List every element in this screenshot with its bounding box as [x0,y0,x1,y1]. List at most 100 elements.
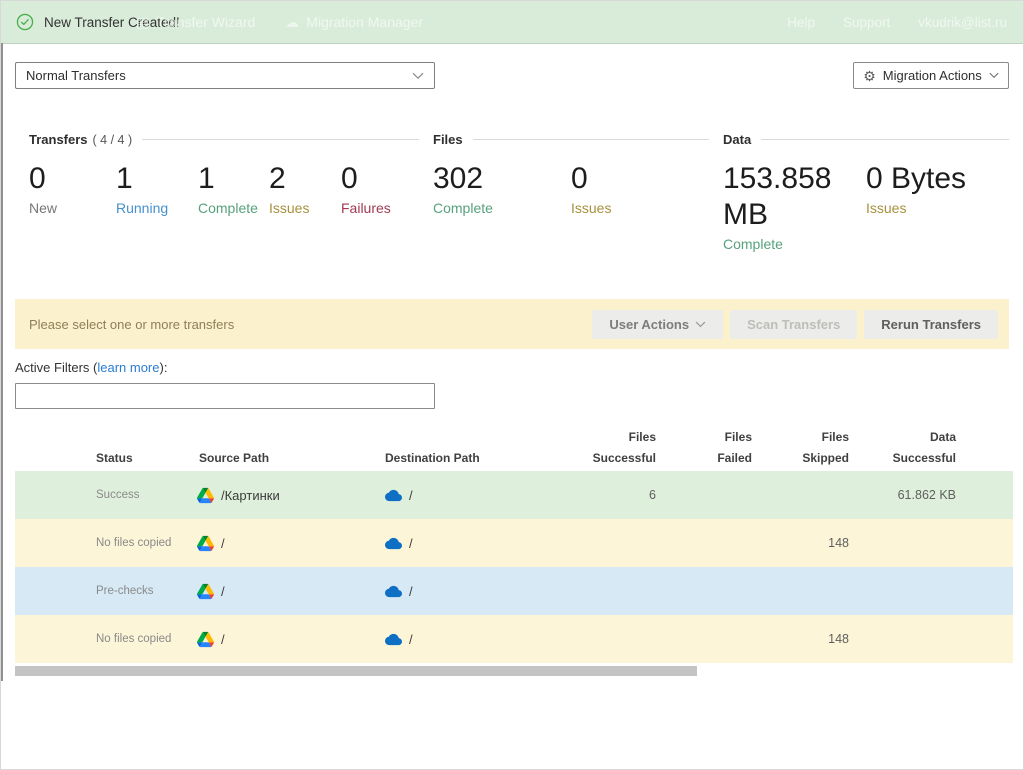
destination-path-text: / [409,536,413,551]
stat-value: 0 [29,161,116,197]
scan-transfers-button[interactable]: Scan Transfers [730,310,857,339]
nav-account-email[interactable]: vkudrik@list.ru [918,15,1007,30]
stat-issues: 0 Issues [571,161,709,216]
stat-issues: 2 Issues [269,161,341,216]
chevron-down-icon [412,72,424,80]
stats-group-title: Transfers [29,132,88,147]
files-successful-cell: 6 [560,488,656,502]
source-path-text: / [221,632,225,647]
button-label: Scan Transfers [747,317,840,332]
migration-actions-button[interactable]: ⚙ Migration Actions [853,62,1009,89]
stats-group-data: Data 153.858 MB Complete 0 Bytes Issues [723,132,1009,252]
stat-value: 2 [269,161,341,197]
source-path-cell: / [197,631,385,648]
destination-path-text: / [409,584,413,599]
data-successful-cell: 61.862 KB [849,488,956,502]
stat-label: Issues [571,200,701,216]
destination-path-text: / [409,488,413,503]
active-filters-label: Active Filters (learn more): [15,360,1009,375]
table-row[interactable]: No files copied//148 [15,519,1013,567]
toolbar: Normal Transfers ⚙ Migration Actions [15,62,1009,89]
gear-icon: ⚙ [863,69,876,83]
stat-complete: 1Complete [198,161,269,216]
alert-message: Please select one or more transfers [29,317,234,332]
alert-buttons: User Actions Scan Transfers Rerun Transfer… [592,310,998,339]
google-drive-icon [197,487,214,504]
onedrive-icon [385,631,402,648]
column-header-files-failed: FilesFailed [656,427,752,469]
destination-path-cell: / [385,487,560,504]
stats-items: 302Complete0 Issues [433,161,709,216]
column-header-files-successful: FilesSuccessful [560,427,656,469]
source-path-cell: /Картинки [197,487,385,504]
stats-group-header: Transfers( 4 / 4 ) [29,132,419,147]
stat-label: Issues [866,200,1001,216]
google-drive-icon [197,631,214,648]
table-header: StatusSource PathDestination PathFilesSu… [15,417,1013,471]
divider-line [142,139,419,140]
transfer-type-select[interactable]: Normal Transfers [15,62,435,89]
table-row[interactable]: No files copied//148 [15,615,1013,663]
stats-group-header: Files [433,132,709,147]
stats-items: 153.858 MB Complete 0 Bytes Issues [723,161,1009,252]
onedrive-icon [385,487,402,504]
onedrive-icon [385,535,402,552]
destination-path-cell: / [385,583,560,600]
stat-value: 0 [341,161,391,197]
user-actions-button[interactable]: User Actions [592,310,723,339]
stats-group-header: Data [723,132,1009,147]
divider-line [761,139,1009,140]
stat-label: Running [116,200,198,216]
nav-migration-manager[interactable]: ☁ Migration Manager [285,14,423,31]
stat-label: Complete [723,236,858,252]
rerun-transfers-button[interactable]: Rerun Transfers [864,310,998,339]
google-drive-icon [197,535,214,552]
notification-banner: New Transfer Created! ▤ Transfer Wizard … [1,1,1023,44]
alert-banner: Please select one or more transfers User… [15,299,1009,349]
nav-help[interactable]: Help [787,15,815,30]
stat-label: Issues [269,200,341,216]
table-row[interactable]: Success/Картинки / 6 61.862 KB [15,471,1013,519]
stats-group-title: Data [723,132,751,147]
status-cell: No files copied [15,633,197,645]
stats-group-files: Files 302Complete0 Issues [433,132,723,252]
source-path-text: / [221,584,225,599]
destination-path-text: / [409,632,413,647]
stat-issues: 0 Bytes Issues [866,161,1009,252]
stat-value: 302 [433,161,563,197]
nav-transfer-wizard[interactable]: ▤ Transfer Wizard [136,14,255,31]
left-edge-border [1,43,3,681]
stat-label: Failures [341,200,391,216]
wizard-icon: ▤ [136,14,149,31]
google-drive-icon [197,583,214,600]
stat-complete: 302Complete [433,161,571,216]
status-cell: Success [15,489,197,501]
status-cell: No files copied [15,537,197,549]
stat-running: 1 Running [116,161,198,216]
stat-value: 153.858 MB [723,161,858,233]
scrollbar-thumb[interactable] [15,666,697,676]
stat-value: 0 [571,161,701,197]
button-label: User Actions [609,317,689,332]
nav-support[interactable]: Support [843,15,890,30]
chevron-down-icon [989,72,999,79]
table-row[interactable]: Pre-checks// [15,567,1013,615]
stat-failures: 0 Failures [341,161,391,216]
divider-line [473,139,709,140]
stat-value: 1 [116,161,198,197]
chevron-down-icon [695,321,706,328]
stat-value: 1 [198,161,269,197]
source-path-cell: / [197,583,385,600]
stat-value: 0 Bytes [866,161,1001,197]
source-path-text: / [221,536,225,551]
filter-input[interactable] [15,383,435,409]
column-header-source-path: Source Path [197,448,385,469]
button-label: Rerun Transfers [881,317,981,332]
horizontal-scrollbar[interactable] [15,666,1011,676]
table-body: Success/Картинки / 6 61.862 KB No files copi… [15,471,1013,663]
cloud-icon: ☁ [285,14,299,31]
stats-section: Transfers( 4 / 4 )0New1Running1Complete2… [15,132,1009,252]
learn-more-link[interactable]: learn more [97,360,159,375]
destination-path-cell: / [385,631,560,648]
stats-group-transfers: Transfers( 4 / 4 )0New1Running1Complete2… [29,132,433,252]
